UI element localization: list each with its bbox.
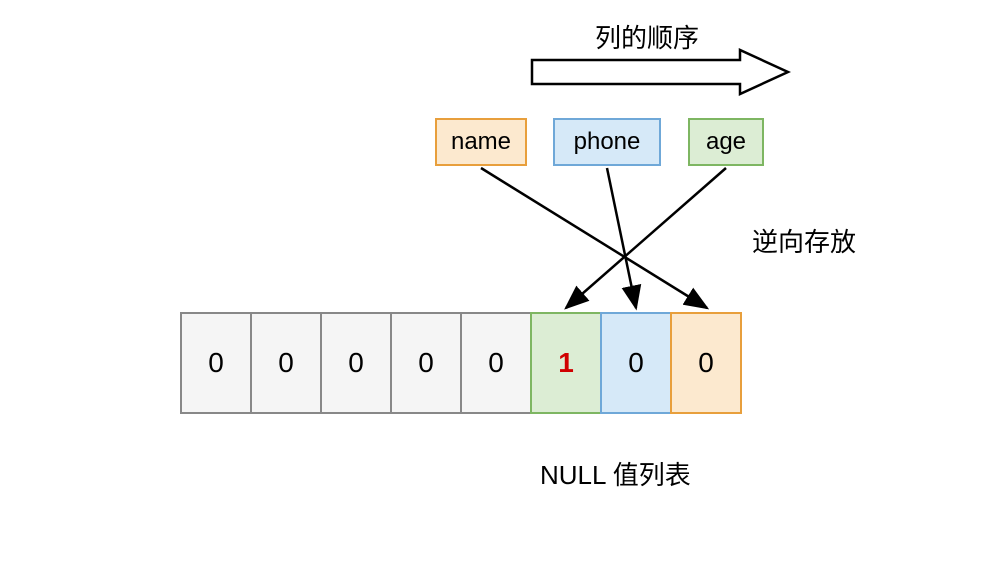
- arrow-right-icon: [530, 48, 790, 96]
- arrows-crossing: [0, 0, 1004, 566]
- bit-cell-2: 0: [320, 312, 392, 414]
- diagram-container: 列的顺序 name phone age 逆向存放 0 0 0 0 0 1 0 0…: [0, 0, 1004, 566]
- bit-cell-0: 0: [180, 312, 252, 414]
- bit-cell-1: 0: [250, 312, 322, 414]
- bit-value-highlight: 1: [558, 347, 574, 379]
- column-box-age: age: [688, 118, 764, 166]
- bit-cell-3: 0: [390, 312, 462, 414]
- bit-cell-5: 1: [530, 312, 602, 414]
- bit-cell-7: 0: [670, 312, 742, 414]
- bit-row: 0 0 0 0 0 1 0 0: [180, 312, 742, 414]
- label-reverse-storage: 逆向存放: [752, 222, 856, 259]
- label-null-list: NULL 值列表: [540, 455, 691, 492]
- column-box-phone: phone: [553, 118, 661, 166]
- bit-cell-6: 0: [600, 312, 672, 414]
- column-box-name: name: [435, 118, 527, 166]
- bit-cell-4: 0: [460, 312, 532, 414]
